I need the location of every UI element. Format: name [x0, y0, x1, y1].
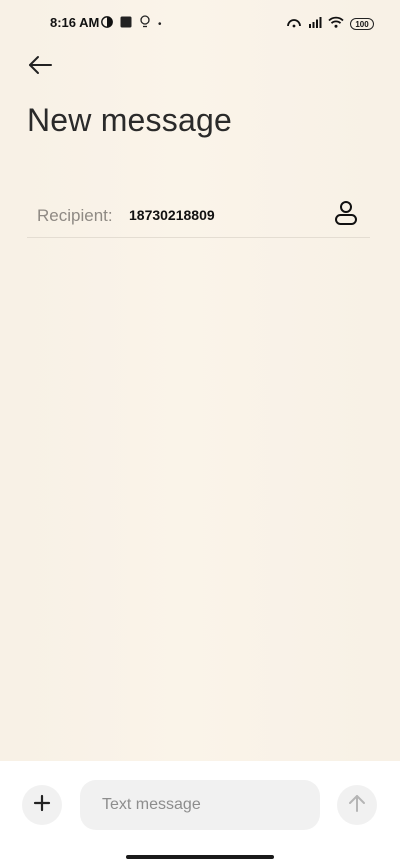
- recipient-field[interactable]: Recipient: 18730218809: [27, 194, 370, 238]
- back-arrow-icon: [27, 55, 53, 80]
- status-bar: 8:16 AM • 100: [0, 0, 400, 44]
- plus-icon: [33, 794, 51, 817]
- home-indicator[interactable]: [126, 855, 274, 859]
- square-notification-icon: [120, 15, 132, 33]
- arrow-up-icon: [348, 793, 366, 818]
- status-time: 8:16 AM: [50, 15, 100, 30]
- page-title: New message: [27, 102, 232, 138]
- person-icon: [334, 200, 358, 231]
- select-contact-button[interactable]: [332, 200, 360, 230]
- signal-icon: [308, 15, 322, 33]
- message-input[interactable]: [80, 780, 320, 830]
- pie-notification-icon: [101, 15, 113, 33]
- back-button[interactable]: [24, 52, 56, 82]
- messaging-screen: 8:16 AM • 100 New message Recipient: 187…: [0, 0, 400, 866]
- bulb-notification-icon: [139, 15, 151, 33]
- status-dot: •: [158, 18, 162, 30]
- status-notification-icons: •: [101, 15, 162, 33]
- recipient-label: Recipient:: [37, 206, 113, 225]
- status-system-icons: 100: [286, 15, 374, 33]
- add-attachment-button[interactable]: [22, 785, 62, 825]
- recipient-number[interactable]: 18730218809: [129, 207, 215, 223]
- compose-bar: [0, 761, 400, 866]
- battery-icon: 100: [350, 18, 374, 30]
- send-button[interactable]: [337, 785, 377, 825]
- hotspot-icon: [286, 15, 302, 33]
- wifi-icon: [328, 15, 344, 33]
